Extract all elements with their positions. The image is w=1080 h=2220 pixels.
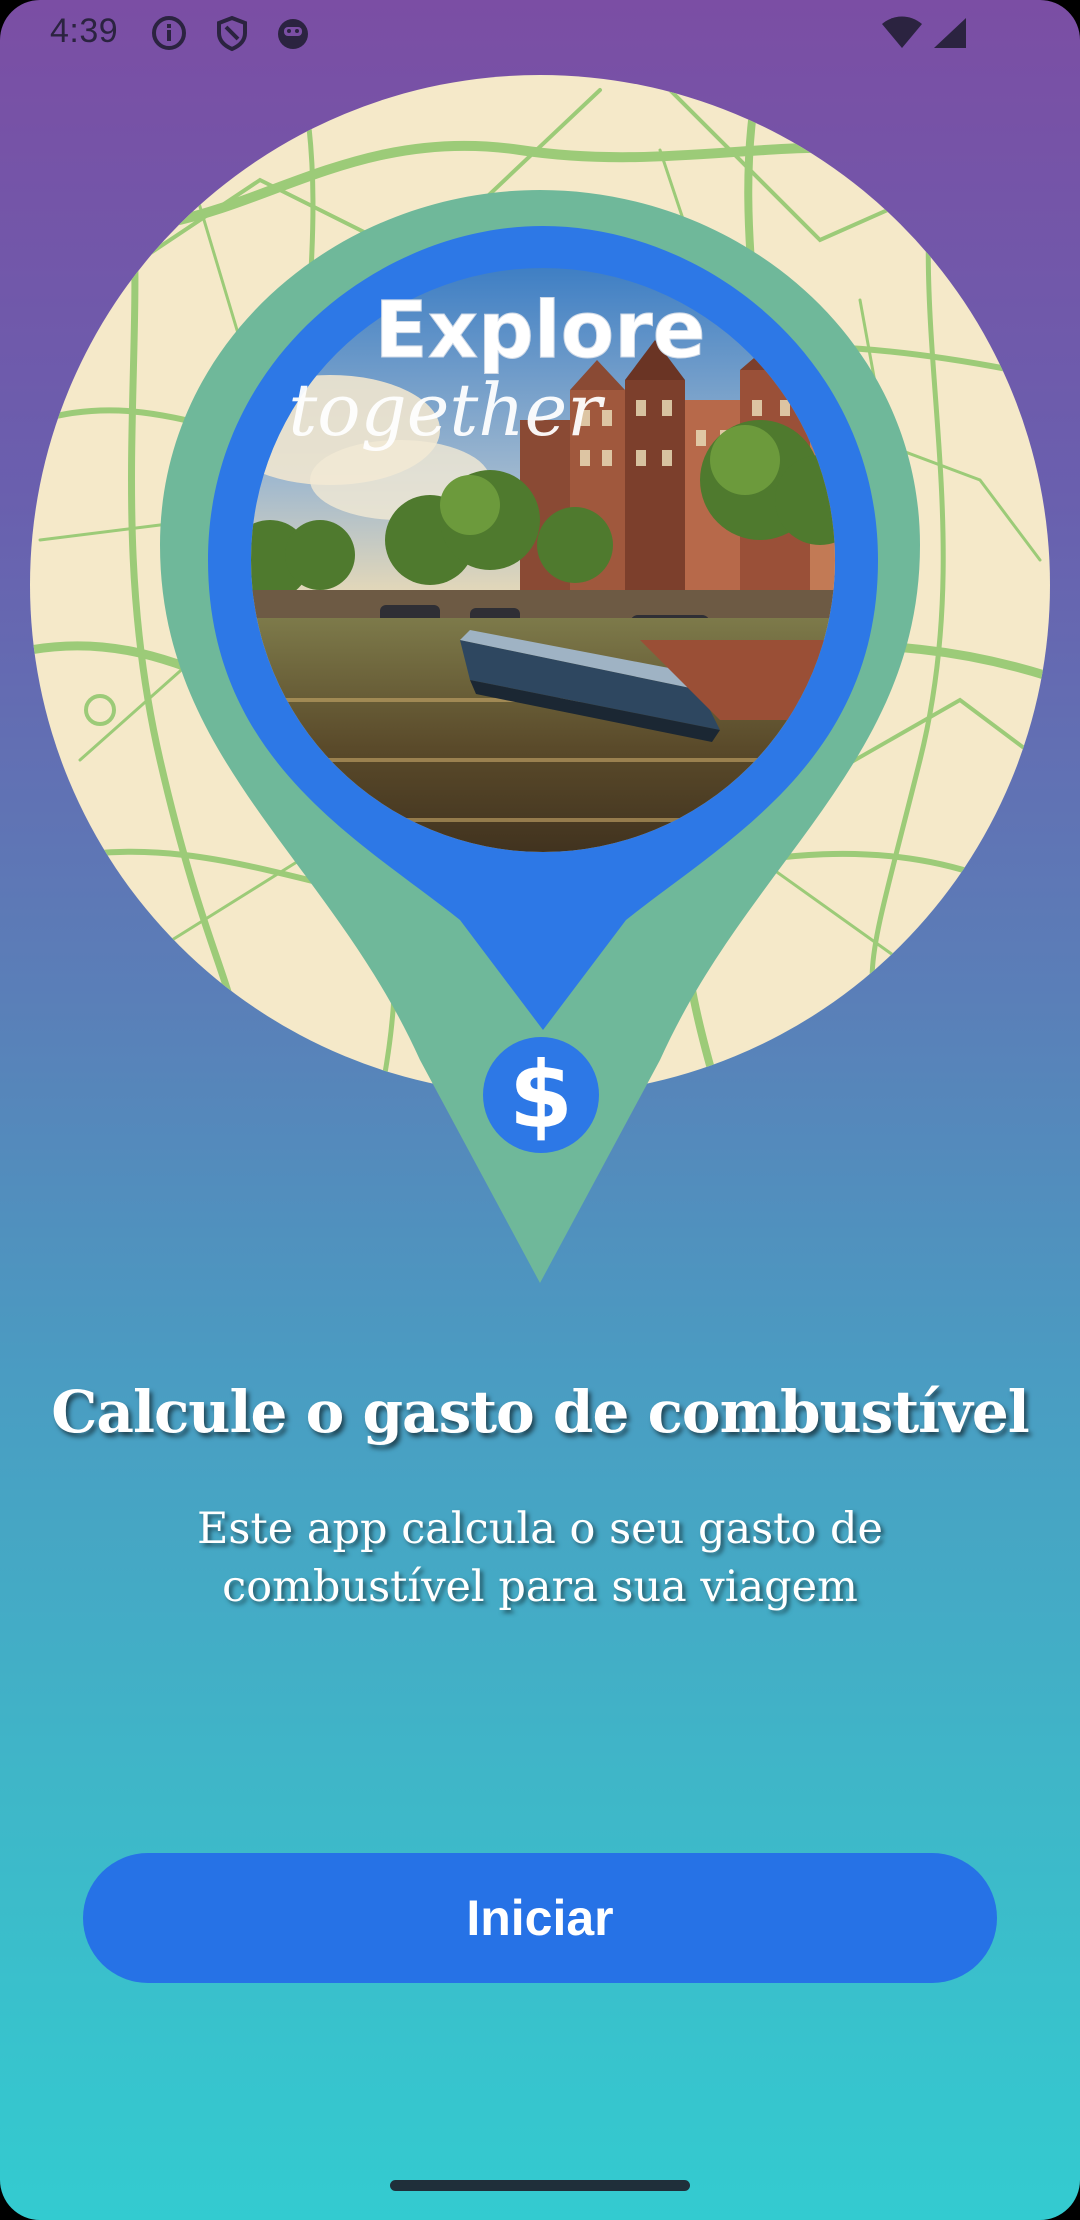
start-button[interactable]: Iniciar [83,1853,997,1983]
hero-illustration: Explore together $ [0,0,1080,1300]
svg-text:$: $ [509,1042,573,1149]
svg-text:together: together [288,368,605,452]
onboarding-screen: 4:39 Explore together $ Calcule o gasto … [0,0,1080,2220]
page-title: Calcule o gasto de combustível [51,1378,1030,1446]
svg-text:Explore: Explore [374,286,705,376]
currency-badge: $ [483,1037,599,1153]
page-subtitle: Este app calcula o seu gasto de combustí… [197,1504,883,1612]
gesture-handle[interactable] [390,2180,690,2191]
